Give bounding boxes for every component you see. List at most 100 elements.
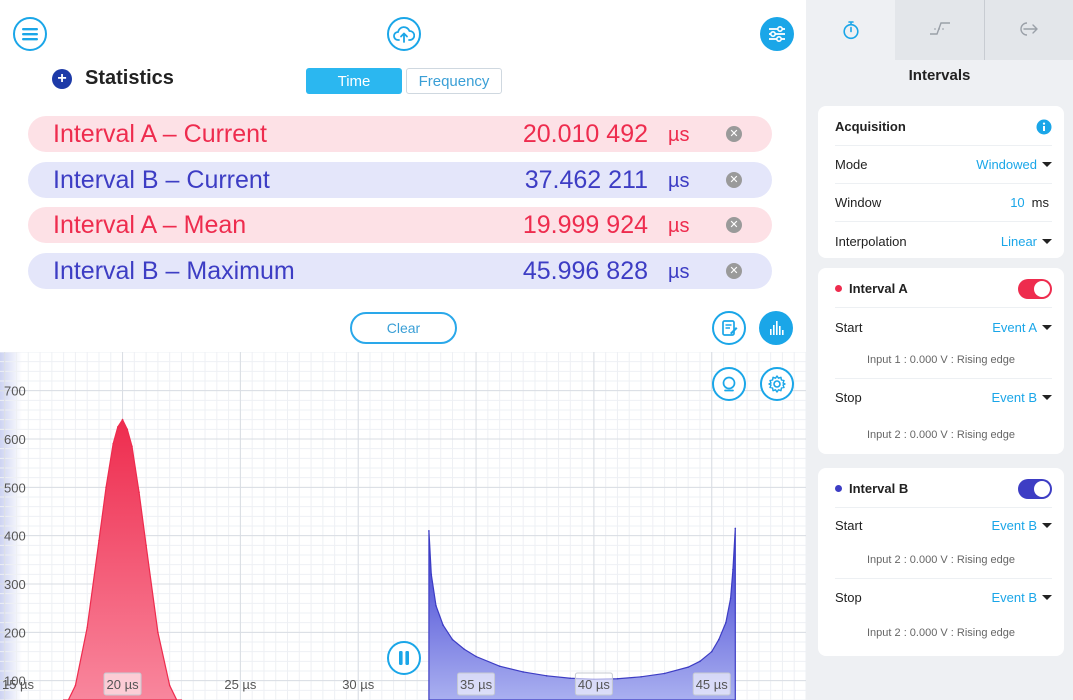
acquisition-title: Acquisition bbox=[835, 119, 906, 134]
interpolation-label: Interpolation bbox=[835, 233, 907, 249]
notes-button[interactable] bbox=[712, 311, 746, 345]
start-label: Start bbox=[835, 319, 863, 335]
close-icon[interactable]: ✕ bbox=[726, 126, 742, 142]
interval-b-stop-select[interactable]: Event B bbox=[991, 590, 1052, 605]
interval-a-header: Interval A bbox=[835, 270, 1052, 308]
window-row: Window 10 ms bbox=[835, 184, 1052, 222]
interval-a-start-select[interactable]: Event A bbox=[992, 320, 1052, 335]
stat-unit: µs bbox=[668, 124, 690, 146]
stat-value: 20.010 492 bbox=[522, 119, 648, 148]
histogram-point bbox=[430, 573, 433, 576]
stat-value: 45.996 828 bbox=[522, 256, 648, 285]
interval-a-stop-note: Input 2 : 0.000 V : Rising edge bbox=[867, 429, 1015, 441]
acquisition-card: Acquisition Mode Windowed Window 10 ms In… bbox=[818, 106, 1064, 258]
interpolation-row: Interpolation Linear bbox=[835, 222, 1052, 260]
stat-label: Interval A – Current bbox=[53, 119, 268, 148]
acquisition-header: Acquisition bbox=[835, 108, 1052, 146]
mode-select[interactable]: Windowed bbox=[976, 157, 1052, 172]
panel-tabs bbox=[806, 0, 1073, 60]
window-label: Window bbox=[835, 195, 882, 210]
zoom-button[interactable] bbox=[712, 367, 746, 401]
menu-button[interactable] bbox=[13, 17, 47, 51]
pause-icon bbox=[399, 651, 409, 665]
stat-value: 19.999 924 bbox=[522, 210, 648, 239]
interval-a-stop-row: Stop Event B bbox=[835, 378, 1052, 416]
stat-value: 37.462 211 bbox=[524, 165, 648, 194]
sliders-icon bbox=[769, 25, 785, 43]
pause-button[interactable] bbox=[387, 641, 421, 675]
histogram-point bbox=[729, 597, 732, 600]
add-statistic-icon[interactable]: + bbox=[52, 68, 72, 89]
histogram-point bbox=[428, 530, 430, 532]
info-icon[interactable] bbox=[1036, 119, 1052, 135]
histogram-point bbox=[710, 650, 713, 653]
histogram-point bbox=[168, 684, 171, 687]
x-tick-label: 15 µs bbox=[2, 677, 35, 692]
y-tick-label: 300 bbox=[4, 577, 26, 592]
close-icon[interactable]: ✕ bbox=[726, 263, 742, 279]
y-tick-label: 400 bbox=[4, 529, 26, 544]
interval-a-title: Interval A bbox=[849, 281, 908, 296]
clear-button[interactable]: Clear bbox=[350, 312, 457, 344]
settings-button[interactable] bbox=[760, 17, 794, 51]
x-tick-label: 45 µs bbox=[696, 677, 729, 692]
chevron-down-icon bbox=[1042, 162, 1052, 167]
histogram-point bbox=[663, 672, 666, 675]
interval-a-toggle[interactable] bbox=[1018, 278, 1052, 299]
panel-title: Intervals bbox=[908, 67, 971, 84]
histogram-point bbox=[725, 621, 727, 624]
tab-output[interactable] bbox=[984, 0, 1073, 60]
stat-row-interval-a-mean: Interval A – Mean 19.999 924 µs ✕ bbox=[28, 207, 772, 243]
histogram-point bbox=[616, 677, 619, 680]
histogram-point bbox=[138, 491, 140, 493]
interval-a-start-row: Start Event A bbox=[835, 308, 1052, 346]
interval-a-start-note: Input 1 : 0.000 V : Rising edge bbox=[867, 354, 1015, 366]
histogram-point bbox=[463, 648, 466, 651]
y-tick-label: 500 bbox=[4, 480, 26, 495]
zoom-icon bbox=[722, 376, 736, 392]
histogram-point bbox=[451, 638, 454, 641]
interval-b-stop-note: Input 2 : 0.000 V : Rising edge bbox=[867, 627, 1015, 639]
histogram-icon bbox=[770, 321, 784, 335]
interpolation-select[interactable]: Linear bbox=[1001, 234, 1052, 249]
x-tick-label: 35 µs bbox=[460, 677, 493, 692]
histogram-point bbox=[157, 631, 159, 634]
interval-b-start-row: Start Event B bbox=[835, 506, 1052, 544]
histogram-button[interactable] bbox=[759, 311, 793, 345]
chevron-down-icon bbox=[1042, 595, 1052, 600]
interval-b-card: Interval B Start Event B Input 2 : 0.000… bbox=[818, 468, 1064, 656]
tab-frequency[interactable]: Frequency bbox=[406, 68, 502, 94]
histogram-point bbox=[569, 677, 572, 680]
stat-unit: µs bbox=[668, 170, 690, 192]
tab-time[interactable]: Time bbox=[306, 68, 402, 94]
histogram-point bbox=[126, 428, 129, 431]
interval-b-toggle[interactable] bbox=[1018, 478, 1052, 499]
window-input[interactable]: 10 ms bbox=[1010, 195, 1052, 210]
tab-intervals[interactable] bbox=[806, 0, 895, 60]
output-arrow-icon bbox=[1020, 22, 1038, 36]
edge-icon bbox=[929, 22, 950, 35]
histogram-point bbox=[734, 527, 737, 530]
mode-label: Mode bbox=[835, 157, 868, 172]
main-area: + Statistics Time Frequency Interval A –… bbox=[0, 0, 806, 700]
histogram-point bbox=[475, 655, 477, 658]
interval-a-stop-select[interactable]: Event B bbox=[991, 390, 1052, 405]
histogram-point bbox=[121, 418, 124, 421]
upload-button[interactable] bbox=[387, 17, 421, 51]
close-icon[interactable]: ✕ bbox=[726, 172, 742, 188]
stat-label: Interval A – Mean bbox=[53, 210, 247, 239]
tab-edge[interactable] bbox=[895, 0, 984, 60]
stat-row-interval-b-maximum: Interval B – Maximum 45.996 828 µs ✕ bbox=[28, 253, 772, 289]
y-tick-label: 700 bbox=[4, 384, 26, 399]
x-tick-label: 20 µs bbox=[107, 677, 140, 692]
stop-label: Stop bbox=[835, 390, 862, 405]
chart-settings-button[interactable] bbox=[760, 367, 794, 401]
stop-label: Stop bbox=[835, 590, 862, 605]
y-tick-label: 200 bbox=[4, 625, 26, 640]
interval-b-start-select[interactable]: Event B bbox=[991, 518, 1052, 533]
cloud-upload-icon bbox=[393, 26, 415, 43]
histogram-point bbox=[145, 544, 147, 547]
stat-label: Interval B – Current bbox=[53, 165, 270, 194]
close-icon[interactable]: ✕ bbox=[726, 217, 742, 233]
histogram-point bbox=[442, 624, 444, 626]
